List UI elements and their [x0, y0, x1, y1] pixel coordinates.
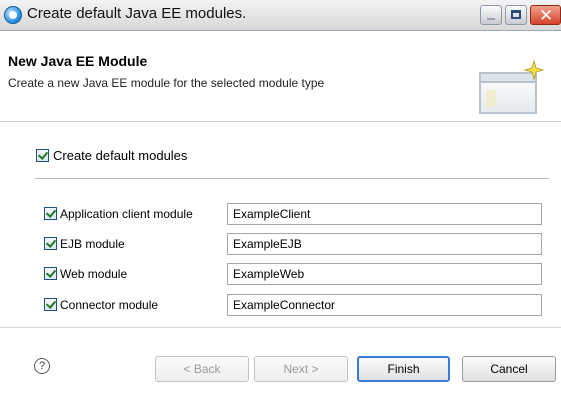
- connector-checkbox[interactable]: [44, 298, 57, 311]
- create-default-modules-label: Create default modules: [53, 148, 188, 163]
- connector-label: Connector module: [60, 297, 159, 312]
- footer-separator: [0, 327, 561, 328]
- new-wizard-banner-icon: [479, 59, 545, 114]
- title-bar[interactable]: Create default Java EE modules. ✕: [0, 0, 561, 31]
- close-button[interactable]: ✕: [530, 5, 561, 26]
- wizard-header: New Java EE Module Create a new Java EE …: [0, 31, 561, 122]
- create-default-modules-row[interactable]: Create default modules: [36, 148, 187, 163]
- web-label: Web module: [60, 266, 128, 281]
- connector-name-field[interactable]: [227, 294, 542, 316]
- application-client-label: Application client module: [60, 206, 193, 221]
- close-icon: ✕: [539, 6, 554, 26]
- web-name-field[interactable]: [227, 263, 542, 285]
- ejb-label: EJB module: [60, 236, 125, 251]
- dialog-window: Create default Java EE modules. ✕ New Ja…: [0, 0, 561, 400]
- minimize-button[interactable]: [480, 5, 502, 25]
- maximize-button[interactable]: [505, 5, 527, 25]
- module-row-web[interactable]: Web module: [44, 266, 127, 281]
- finish-button[interactable]: Finish: [357, 356, 450, 382]
- application-client-checkbox[interactable]: [44, 207, 57, 220]
- create-default-modules-checkbox[interactable]: [36, 149, 49, 162]
- separator-line: [35, 178, 549, 179]
- next-button[interactable]: Next >: [254, 356, 348, 382]
- back-button[interactable]: < Back: [155, 356, 249, 382]
- window-title: Create default Java EE modules.: [27, 5, 247, 22]
- ejb-name-field[interactable]: [227, 233, 542, 255]
- cancel-button[interactable]: Cancel: [462, 356, 556, 382]
- module-row-application-client[interactable]: Application client module: [44, 206, 193, 221]
- eclipse-app-icon: [4, 6, 22, 24]
- module-row-connector[interactable]: Connector module: [44, 297, 158, 312]
- help-icon[interactable]: ?: [34, 358, 50, 374]
- wizard-title: New Java EE Module: [8, 53, 148, 69]
- ejb-checkbox[interactable]: [44, 237, 57, 250]
- application-client-name-field[interactable]: [227, 203, 542, 225]
- web-checkbox[interactable]: [44, 267, 57, 280]
- wizard-description: Create a new Java EE module for the sele…: [8, 76, 325, 90]
- module-row-ejb[interactable]: EJB module: [44, 236, 125, 251]
